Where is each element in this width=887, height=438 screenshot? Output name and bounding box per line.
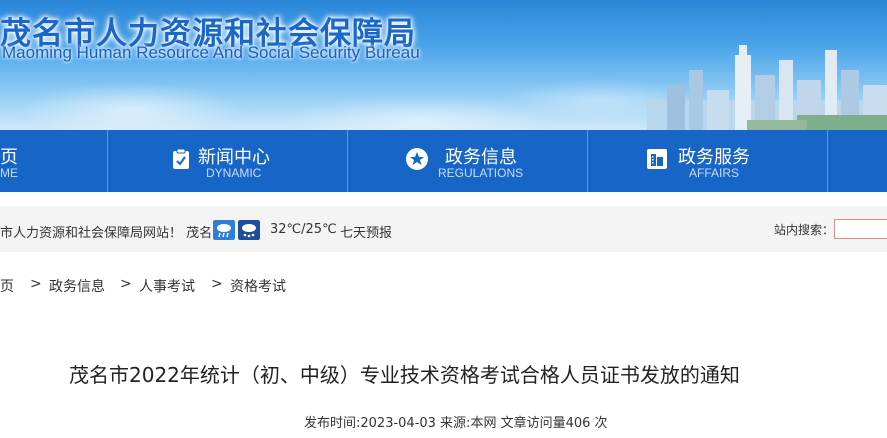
- star-badge-icon: [406, 148, 428, 170]
- nav-item-gov-info[interactable]: 政务信息 REGULATIONS: [348, 130, 588, 192]
- breadcrumb-separator: >: [30, 276, 42, 292]
- breadcrumb-gov-info[interactable]: 政务信息: [49, 276, 105, 296]
- breadcrumb-qualification-exam[interactable]: 资格考试: [230, 276, 286, 296]
- header-banner: 茂名市人力资源和社会保障局 Maoming Human Resource And…: [0, 0, 887, 130]
- nav-item-more[interactable]: [828, 130, 887, 192]
- main-nav: 页 ME 新闻中心 DYNAMIC 政务信息 REGULATIONS 政务服务 …: [0, 130, 887, 192]
- nav-item-gov-services[interactable]: 政务服务 AFFAIRS: [588, 130, 828, 192]
- clipboard-check-icon: [173, 148, 189, 169]
- city-skyline-image: [647, 45, 887, 130]
- nav-label-en: DYNAMIC: [206, 166, 262, 180]
- site-subtitle-en: Maoming Human Resource And Social Securi…: [2, 43, 420, 62]
- breadcrumb-separator: >: [120, 276, 132, 292]
- welcome-text: 市人力资源和社会保障局网站！ 茂名: [0, 226, 213, 241]
- seven-day-forecast-link[interactable]: 七天预报: [340, 222, 392, 241]
- article-title: 茂名市2022年统计（初、中级）专业技术资格考试合格人员证书发放的通知: [69, 363, 740, 387]
- site-search-input[interactable]: [834, 219, 887, 239]
- breadcrumb-separator: >: [211, 276, 223, 292]
- breadcrumb-personnel-exam[interactable]: 人事考试: [139, 276, 195, 296]
- nav-item-home[interactable]: 页 ME: [0, 130, 108, 192]
- nav-label-en: REGULATIONS: [438, 166, 524, 180]
- nav-item-news[interactable]: 新闻中心 DYNAMIC: [108, 130, 348, 192]
- nav-label-en: AFFAIRS: [689, 166, 740, 180]
- breadcrumb-home[interactable]: 页: [0, 276, 14, 296]
- building-icon: [647, 149, 667, 169]
- temperature-text: 32℃/25℃: [270, 222, 337, 237]
- nav-label-en: ME: [0, 166, 18, 180]
- snow-icon: [238, 220, 260, 240]
- info-bar: 市人力资源和社会保障局网站！ 茂名 32℃/25℃ 七天预报 站内搜索：: [0, 206, 887, 252]
- search-label: 站内搜索：: [774, 223, 835, 237]
- rain-icon: [213, 220, 235, 240]
- article-meta: 发布时间:2023-04-03 来源:本网 文章访问量406 次: [304, 416, 608, 431]
